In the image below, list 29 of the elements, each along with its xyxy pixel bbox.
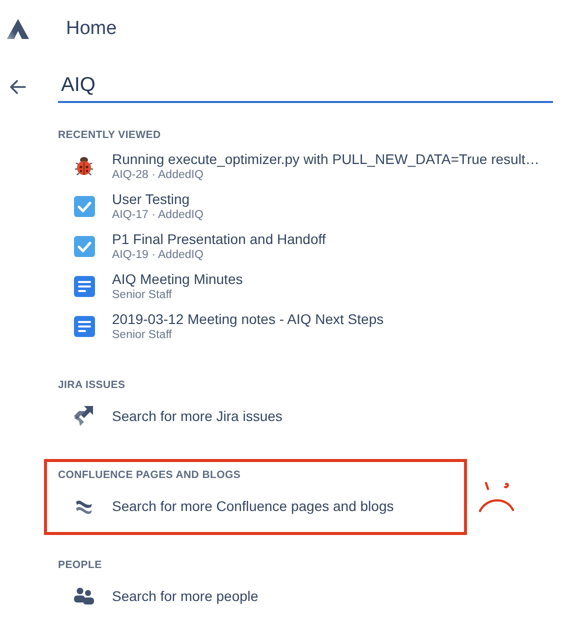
result-subtitle: AIQ-17 · AddedIQ xyxy=(112,208,204,222)
result-title[interactable]: Search for more people xyxy=(112,588,258,604)
section-heading: JIRA ISSUES xyxy=(58,378,126,392)
page-title: Home xyxy=(65,17,118,41)
result-subtitle: Senior Staff xyxy=(112,328,173,342)
ladybug-icon xyxy=(73,155,95,177)
crossed-waves-icon xyxy=(75,498,93,514)
result-title[interactable]: 2019-03-12 Meeting notes - AIQ Next Steps xyxy=(112,310,384,328)
result-title[interactable]: Running execute_optimizer.py with PULL_NEW_DATA=True result… xyxy=(112,150,540,168)
section-heading: RECENTLY VIEWED xyxy=(58,128,162,142)
checkbox-icon xyxy=(74,196,94,216)
back-arrow-icon[interactable] xyxy=(10,80,26,94)
section-heading: CONFLUENCE PAGES AND BLOGS xyxy=(58,468,242,482)
stacked-arrows-icon xyxy=(73,405,95,427)
logo-icon[interactable] xyxy=(7,19,29,39)
result-title[interactable]: Search for more Confluence pages and blogs xyxy=(112,498,394,514)
section-heading: PEOPLE xyxy=(58,558,103,572)
result-subtitle: AIQ-19 · AddedIQ xyxy=(112,248,204,262)
result-title[interactable]: AIQ Meeting Minutes xyxy=(112,270,243,288)
result-title[interactable]: User Testing xyxy=(112,190,204,208)
result-title[interactable]: P1 Final Presentation and Handoff xyxy=(112,230,326,248)
result-subtitle: Senior Staff xyxy=(112,288,173,302)
result-title[interactable]: Search for more Jira issues xyxy=(112,408,282,424)
search-field[interactable]: AIQ xyxy=(58,70,553,103)
document-icon xyxy=(74,276,94,296)
people-icon xyxy=(74,587,94,605)
result-subtitle: AIQ-28 · AddedIQ xyxy=(112,168,204,182)
checkbox-icon xyxy=(74,236,94,256)
document-icon xyxy=(74,316,94,336)
